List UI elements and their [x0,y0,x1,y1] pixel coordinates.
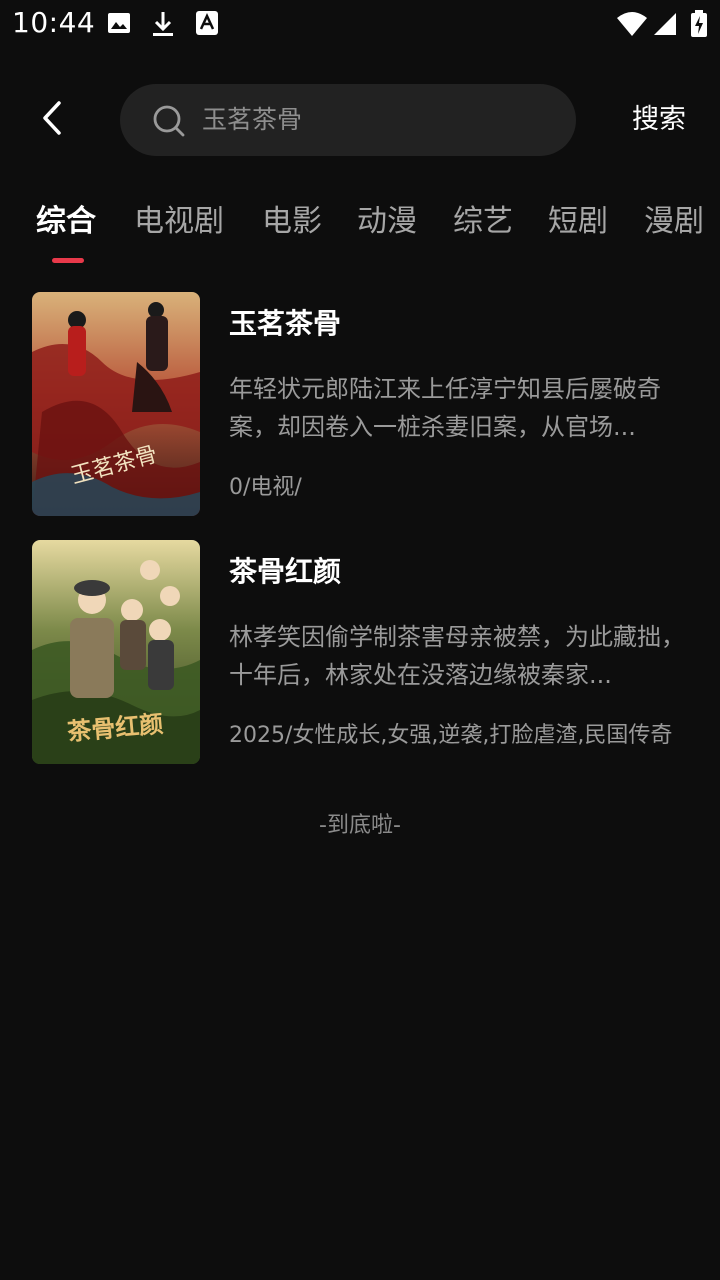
category-tabs: 综合 电视剧 电影 动漫 综艺 短剧 漫剧 [0,198,720,268]
result-description: 林孝笑因偷学制茶害母亲被禁，为此藏拙，十年后，林家处在没落边缘被秦家... [229,623,685,689]
status-bar: 10:44 [0,0,720,48]
result-description: 年轻状元郎陆江来上任淳宁知县后屡破奇案，却因卷入一桩杀妻旧案，从官场... [229,375,661,441]
poster-image[interactable]: 玉茗茶骨 [32,292,200,516]
result-title: 玉茗茶骨 [229,307,342,340]
download-icon [150,10,176,42]
signal-icon [652,12,678,40]
tab-movie[interactable]: 电影 [262,202,322,242]
search-query-text: 玉茗茶骨 [202,105,303,134]
wifi-icon [616,11,648,41]
result-title: 茶骨红颜 [229,555,342,588]
result-meta: 0/电视/ [229,475,302,500]
battery-charging-icon [690,10,708,42]
tab-all[interactable]: 综合 [36,202,96,242]
back-button[interactable] [30,96,74,144]
tab-variety[interactable]: 综艺 [453,202,513,242]
result-meta: 2025/女性成长,女强,逆袭,打脸虐渣,民国传奇 [229,723,673,748]
search-button[interactable]: 搜索 [632,101,686,139]
keyboard-a-icon [195,10,219,40]
search-input[interactable]: 玉茗茶骨 [120,84,576,156]
chevron-left-icon [40,100,64,140]
tab-tv-series[interactable]: 电视剧 [134,202,224,242]
image-icon [106,10,132,40]
tab-comic-drama[interactable]: 漫剧 [644,202,704,242]
search-icon [152,104,186,142]
tab-short-drama[interactable]: 短剧 [548,202,608,242]
result-item[interactable]: 茶骨红颜 茶骨红颜 林孝笑因偷学制茶害母亲被禁，为此藏拙，十年后，林家处在没落边… [32,540,692,764]
tab-anime[interactable]: 动漫 [357,202,417,242]
end-of-list-text: -到底啦- [319,813,401,838]
status-time: 10:44 [12,6,96,39]
result-item[interactable]: 玉茗茶骨 玉茗茶骨 年轻状元郎陆江来上任淳宁知县后屡破奇案，却因卷入一桩杀妻旧案… [32,292,692,516]
poster-image[interactable]: 茶骨红颜 [32,540,200,764]
tab-active-indicator [52,258,84,263]
